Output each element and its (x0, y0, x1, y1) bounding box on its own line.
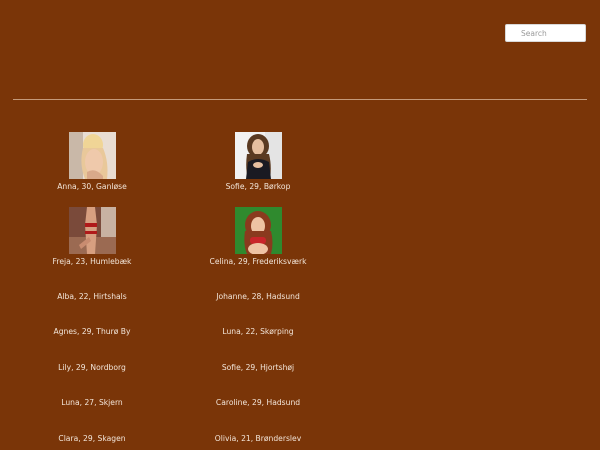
search-input[interactable] (505, 24, 586, 42)
profile-card[interactable]: Sofie, 29, Børkop (175, 126, 341, 201)
profile-card[interactable]: Sofie, 29, Hjortshøj (175, 348, 341, 384)
profile-caption[interactable]: Agnes, 29, Thurø By (54, 327, 131, 337)
profile-caption[interactable]: Caroline, 29, Hadsund (216, 398, 300, 408)
profile-caption[interactable]: Alba, 22, Hirtshals (57, 292, 127, 302)
profile-card[interactable]: Johanne, 28, Hadsund (175, 276, 341, 312)
profile-caption[interactable]: Anna, 30, Ganløse (57, 182, 127, 192)
profile-caption[interactable]: Sofie, 29, Børkop (226, 182, 291, 192)
profile-caption[interactable]: Celina, 29, Frederiksværk (210, 257, 307, 267)
profile-card[interactable]: Freja, 23, Humlebæk (9, 201, 175, 276)
profile-caption[interactable]: Sofie, 29, Hjortshøj (222, 363, 294, 373)
profile-card[interactable]: Anna, 30, Ganløse (9, 126, 175, 201)
profile-caption[interactable]: Johanne, 28, Hadsund (216, 292, 300, 302)
profile-card[interactable]: Luna, 27, Skjern (9, 384, 175, 420)
profile-card[interactable]: Caroline, 29, Hadsund (175, 384, 341, 420)
profile-card[interactable]: Lily, 29, Nordborg (9, 348, 175, 384)
profile-photo[interactable] (234, 132, 282, 179)
profile-caption[interactable]: Olivia, 21, Brønderslev (215, 434, 301, 444)
profile-card[interactable]: Luna, 22, Skørping (175, 312, 341, 348)
profile-caption[interactable]: Clara, 29, Skagen (58, 434, 125, 444)
profile-caption[interactable]: Freja, 23, Humlebæk (53, 257, 132, 267)
profile-grid-text: Alba, 22, Hirtshals Johanne, 28, Hadsund… (9, 276, 341, 450)
profile-photo[interactable] (68, 207, 116, 254)
page: Anna, 30, Ganløse Sofie, 29, Børkop (0, 0, 600, 450)
profile-grid: Anna, 30, Ganløse Sofie, 29, Børkop Frej… (9, 126, 341, 276)
profile-caption[interactable]: Lily, 29, Nordborg (58, 363, 126, 373)
profile-card[interactable]: Clara, 29, Skagen (9, 420, 175, 450)
profile-card[interactable]: Olivia, 21, Brønderslev (175, 420, 341, 450)
profile-card[interactable]: Celina, 29, Frederiksværk (175, 201, 341, 276)
profile-caption[interactable]: Luna, 22, Skørping (222, 327, 293, 337)
profile-photo[interactable] (68, 132, 116, 179)
profile-photo[interactable] (234, 207, 282, 254)
profile-card[interactable]: Agnes, 29, Thurø By (9, 312, 175, 348)
profile-card[interactable]: Alba, 22, Hirtshals (9, 276, 175, 312)
header-divider (13, 99, 587, 100)
profile-caption[interactable]: Luna, 27, Skjern (61, 398, 123, 408)
